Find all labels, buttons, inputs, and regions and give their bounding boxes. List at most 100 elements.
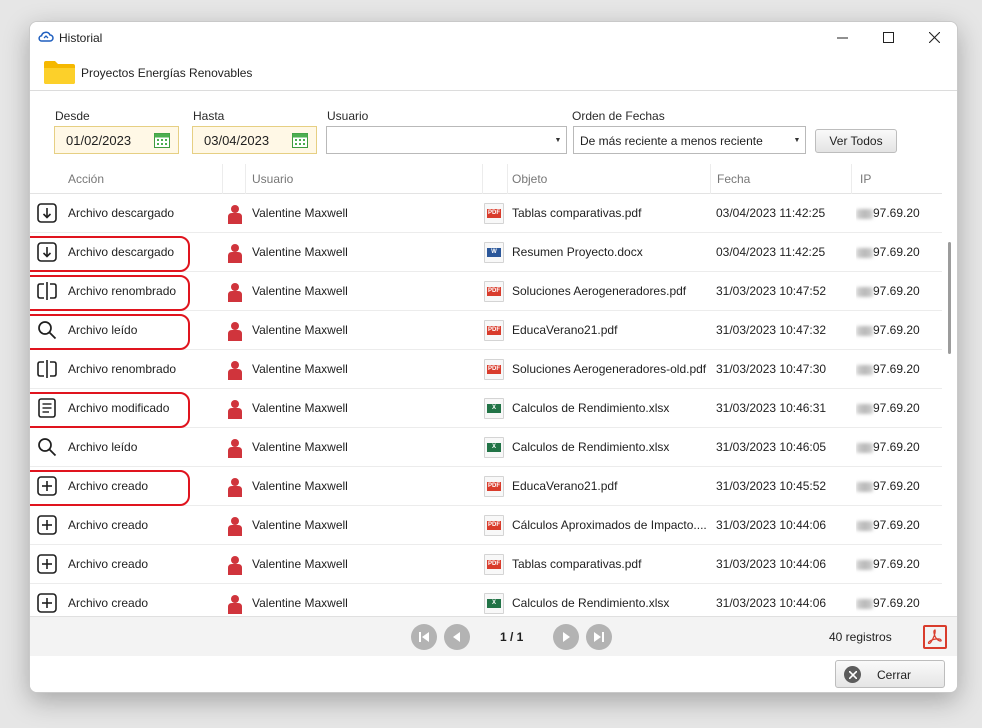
folder-icon [44,61,75,84]
table-row[interactable]: Archivo descargado Valentine Maxwell PDF… [30,194,942,233]
objeto-cell[interactable]: Resumen Proyecto.docx [512,233,708,272]
redacted-ip-prefix [856,559,873,570]
usuario-select[interactable]: ▼ [326,126,567,154]
ip-cell: 97.69.20 [856,194,942,233]
header-fecha[interactable]: Fecha [717,164,750,194]
download-icon [37,242,57,262]
ip-cell: 97.69.20 [856,233,942,272]
table-row[interactable]: Archivo leído Valentine Maxwell X Calcul… [30,428,942,467]
user-icon [228,439,242,458]
table-row[interactable]: Archivo renombrado Valentine Maxwell PDF… [30,272,942,311]
ip-value: 97.69.20 [873,557,920,571]
ver-todos-button[interactable]: Ver Todos [815,129,897,153]
close-circle-icon [844,666,861,683]
orden-select[interactable]: De más reciente a menos reciente ▼ [573,126,806,154]
table-row[interactable]: Archivo leído Valentine Maxwell PDF Educ… [30,311,942,350]
header-objeto[interactable]: Objeto [512,164,547,194]
ip-value: 97.69.20 [873,518,920,532]
redacted-ip-prefix [856,286,873,297]
pdf-file-icon: PDF [484,554,504,575]
ip-cell: 97.69.20 [856,389,942,428]
objeto-cell[interactable]: Soluciones Aerogeneradores.pdf [512,272,708,311]
history-table: Acción Usuario Objeto Fecha IP Archivo d… [30,164,942,615]
usuario-cell: Valentine Maxwell [252,479,348,493]
docx-file-icon: W [484,242,504,263]
xlsx-file-icon: X [484,437,504,458]
minimize-button[interactable] [819,22,865,53]
ip-value: 97.69.20 [873,440,920,454]
header-accion[interactable]: Acción [68,164,104,194]
fecha-cell: 31/03/2023 10:45:52 [716,479,827,493]
table-row[interactable]: Archivo modificado Valentine Maxwell X C… [30,389,942,428]
objeto-cell[interactable]: EducaVerano21.pdf [512,467,708,506]
pdf-export-icon [927,629,942,645]
vertical-scrollbar[interactable] [946,164,952,615]
user-icon [228,205,242,224]
ip-value: 97.69.20 [873,362,920,376]
previous-page-button[interactable] [444,624,470,650]
calendar-icon[interactable] [154,132,170,148]
scrollbar-thumb[interactable] [948,242,951,354]
first-page-icon [419,632,429,642]
cerrar-button[interactable]: Cerrar [835,660,945,688]
accion-cell: Archivo creado [68,479,149,493]
objeto-cell[interactable]: Calculos de Rendimiento.xlsx [512,584,708,615]
column-separator [245,164,246,194]
fecha-cell: 31/03/2023 10:47:30 [716,362,827,376]
maximize-icon [882,32,894,43]
accion-cell: Archivo descargado [68,206,175,220]
usuario-cell: Valentine Maxwell [252,518,348,532]
table-row[interactable]: Archivo creado Valentine Maxwell PDF Cál… [30,506,942,545]
accion-cell: Archivo leído [68,440,138,454]
redacted-ip-prefix [856,403,873,414]
table-row[interactable]: Archivo creado Valentine Maxwell PDF Tab… [30,545,942,584]
table-header: Acción Usuario Objeto Fecha IP [30,164,942,194]
export-pdf-button[interactable] [923,625,947,649]
hasta-date-field[interactable]: 03/04/2023 [192,126,317,154]
user-icon [228,556,242,575]
pdf-file-icon: PDF [484,320,504,341]
document-icon [38,398,56,418]
folder-name: Proyectos Energías Renovables [81,66,253,80]
calendar-icon[interactable] [292,132,308,148]
table-row[interactable]: Archivo creado Valentine Maxwell PDF Edu… [30,467,942,506]
desde-date-field[interactable]: 01/02/2023 [54,126,179,154]
accion-cell: Archivo renombrado [68,284,177,298]
header-ip[interactable]: IP [860,164,871,194]
first-page-button[interactable] [411,624,437,650]
table-row[interactable]: Archivo descargado Valentine Maxwell W R… [30,233,942,272]
pdf-file-icon: PDF [484,515,504,536]
rename-icon [37,360,57,378]
header-usuario[interactable]: Usuario [252,164,293,194]
table-row[interactable]: Archivo creado Valentine Maxwell X Calcu… [30,584,942,615]
pdf-file-icon: PDF [484,281,504,302]
ip-cell: 97.69.20 [856,272,942,311]
ip-cell: 97.69.20 [856,311,942,350]
user-icon [228,283,242,302]
pdf-file-icon: PDF [484,203,504,224]
redacted-ip-prefix [856,481,873,492]
accion-cell: Archivo descargado [68,245,175,259]
user-icon [228,400,242,419]
objeto-cell[interactable]: EducaVerano21.pdf [512,311,708,350]
search-icon [38,438,57,457]
objeto-cell[interactable]: Tablas comparativas.pdf [512,194,708,233]
redacted-ip-prefix [856,442,873,453]
objeto-cell[interactable]: Calculos de Rendimiento.xlsx [512,428,708,467]
next-page-button[interactable] [553,624,579,650]
table-row[interactable]: Archivo renombrado Valentine Maxwell PDF… [30,350,942,389]
accion-cell: Archivo modificado [68,401,170,415]
dropdown-arrow-icon[interactable]: ▼ [789,127,805,153]
objeto-cell[interactable]: Calculos de Rendimiento.xlsx [512,389,708,428]
objeto-cell[interactable]: Soluciones Aerogeneradores-old.pdf [512,350,708,389]
last-page-button[interactable] [586,624,612,650]
fecha-cell: 03/04/2023 11:42:25 [716,245,826,259]
historial-window: Historial Proyectos Energías Renovables … [29,21,958,693]
objeto-cell[interactable]: Cálculos Aproximados de Impacto.... [512,506,708,545]
user-icon [228,322,242,341]
maximize-button[interactable] [865,22,911,53]
ip-value: 97.69.20 [873,479,920,493]
dropdown-arrow-icon[interactable]: ▼ [550,127,566,153]
close-window-button[interactable] [911,22,957,53]
objeto-cell[interactable]: Tablas comparativas.pdf [512,545,708,584]
